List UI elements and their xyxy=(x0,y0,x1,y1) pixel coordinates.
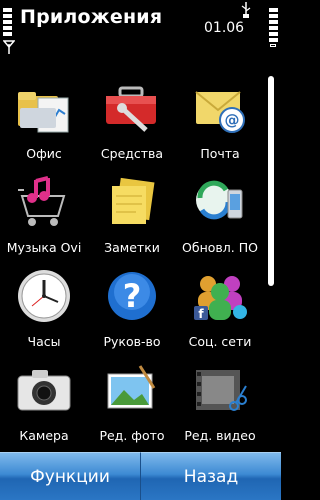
camera-icon xyxy=(17,370,71,411)
app-photo-editor[interactable]: Ред. фото xyxy=(88,350,176,444)
app-tools[interactable]: Средства xyxy=(88,68,176,162)
office-folder-icon xyxy=(18,92,69,133)
app-label: Ред. фото xyxy=(99,428,165,443)
app-label: Обновл. ПО xyxy=(182,240,258,255)
app-label: Почта xyxy=(200,146,240,161)
notes-icon xyxy=(112,177,155,224)
app-social-networks[interactable]: f Соц. сети xyxy=(176,256,264,350)
svg-text:?: ? xyxy=(123,277,142,315)
app-label: Соц. сети xyxy=(188,334,252,349)
app-software-update[interactable]: Обновл. ПО xyxy=(176,162,264,256)
app-video-editor[interactable]: Ред. видео xyxy=(176,350,264,444)
status-bar: Приложения 01.06 xyxy=(0,0,281,62)
options-softkey[interactable]: Функции xyxy=(0,452,140,500)
app-user-guide[interactable]: ? Руков-во xyxy=(88,256,176,350)
svg-text:f: f xyxy=(198,307,204,321)
app-ovi-music[interactable]: Музыка Ovi xyxy=(0,162,88,256)
signal-strength-icon xyxy=(3,8,12,40)
mail-icon: @ xyxy=(195,91,245,133)
photo-editor-icon xyxy=(107,365,156,409)
app-clock[interactable]: Часы xyxy=(0,256,88,350)
clock-icon xyxy=(18,270,70,322)
toolbox-icon xyxy=(106,86,156,132)
app-label: Заметки xyxy=(104,240,160,255)
app-camera[interactable]: Камера xyxy=(0,350,88,444)
antenna-icon xyxy=(3,40,15,54)
app-label: Часы xyxy=(27,334,61,349)
clock: 01.06 xyxy=(204,20,245,36)
page-title: Приложения xyxy=(20,6,163,28)
battery-icon xyxy=(269,8,278,54)
music-cart-icon xyxy=(18,176,66,226)
app-office[interactable]: Офис xyxy=(0,68,88,162)
svg-text:@: @ xyxy=(225,111,240,129)
help-icon: ? xyxy=(108,272,156,320)
app-label: Музыка Ovi xyxy=(6,240,82,255)
social-networks-icon: f xyxy=(194,276,247,321)
software-update-icon xyxy=(196,180,243,220)
app-label: Камера xyxy=(19,428,69,443)
video-editor-icon xyxy=(196,370,247,411)
app-label: Ред. видео xyxy=(184,428,256,443)
back-softkey[interactable]: Назад xyxy=(140,452,281,500)
app-notes[interactable]: Заметки xyxy=(88,162,176,256)
app-mail[interactable]: @ Почта xyxy=(176,68,264,162)
usb-icon xyxy=(241,2,251,18)
scrollbar-thumb[interactable] xyxy=(268,76,274,286)
app-label: Офис xyxy=(26,146,62,161)
app-label: Руков-во xyxy=(103,334,161,349)
app-label: Средства xyxy=(100,146,164,161)
softkey-bar: Функции Назад xyxy=(0,452,281,500)
